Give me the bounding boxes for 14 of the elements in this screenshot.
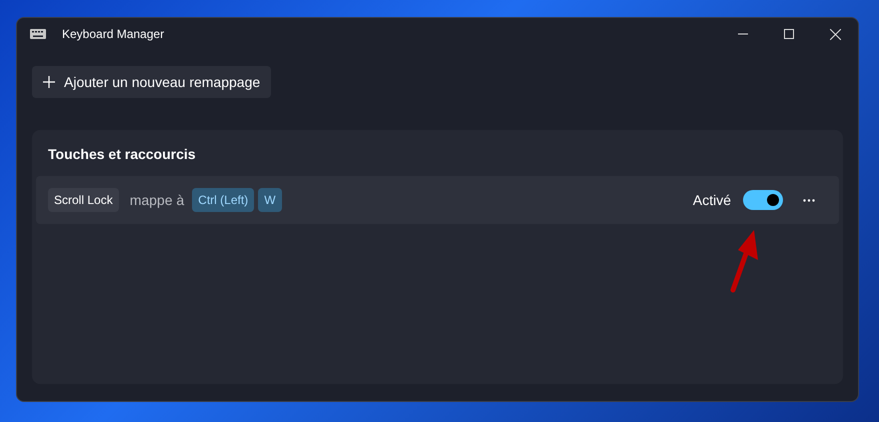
key-label: Ctrl (Left) <box>192 188 254 212</box>
keyboard-icon <box>30 29 46 39</box>
key-label: W <box>258 188 282 212</box>
window-title: Keyboard Manager <box>62 26 164 43</box>
plus-icon <box>43 76 55 88</box>
key-label: Scroll Lock <box>48 188 119 212</box>
enable-toggle[interactable] <box>743 190 783 210</box>
toggle-label: Activé <box>692 190 731 210</box>
section-title: Touches et raccourcis <box>48 145 196 164</box>
add-remapping-button[interactable]: Ajouter un nouveau remappage <box>32 66 272 98</box>
maximize-icon <box>784 29 794 39</box>
more-icon <box>803 198 815 202</box>
close-icon <box>830 28 840 40</box>
maps-to-text: mappe à <box>130 190 184 210</box>
